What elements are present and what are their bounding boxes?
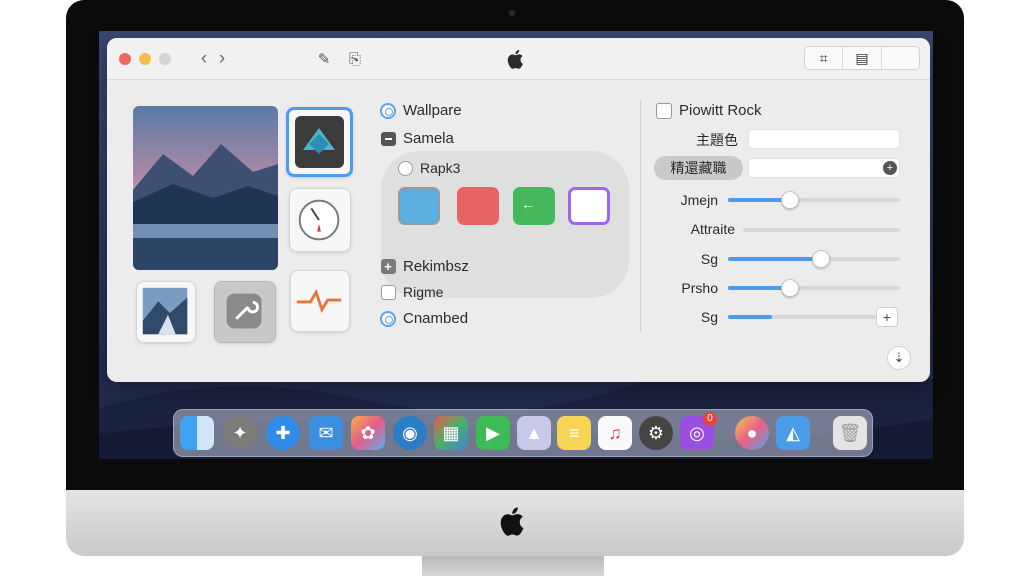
zoom-button[interactable] xyxy=(159,53,171,65)
segment-list[interactable]: ▤ xyxy=(843,47,882,69)
option-rapk[interactable]: Rapk3 xyxy=(397,160,460,176)
close-button[interactable] xyxy=(119,53,131,65)
thumb-pulse[interactable] xyxy=(290,270,350,332)
theme-color-label: 主題色 xyxy=(696,132,738,148)
finder-icon[interactable] xyxy=(180,416,214,450)
gauge-icon xyxy=(298,199,340,241)
option-rekimbsz[interactable]: + Rekimbsz xyxy=(380,258,469,275)
accessibility-icon[interactable]: ⇣ xyxy=(887,346,911,370)
option-samela-label: Samela xyxy=(403,130,454,147)
imac-stand xyxy=(422,556,604,576)
back-button[interactable]: ‹ xyxy=(195,49,213,69)
dropdown-label-pill: 精還藏職 xyxy=(654,156,743,180)
wrench-icon xyxy=(226,293,262,329)
arrow-left-icon: ← xyxy=(521,196,535,212)
slider-2-knob[interactable] xyxy=(811,250,830,268)
brush-icon[interactable]: ✎ xyxy=(314,50,334,70)
apple-logo-icon xyxy=(500,507,524,536)
slider-2-fill xyxy=(728,257,821,261)
thumb-tools[interactable] xyxy=(214,281,276,343)
segment-empty[interactable] xyxy=(882,47,919,69)
dropdown-field[interactable] xyxy=(748,158,900,178)
forward-button[interactable]: › xyxy=(213,49,231,69)
mountain-photo-icon xyxy=(142,287,188,335)
segment-grid[interactable]: ⌗ xyxy=(805,47,844,69)
add-button[interactable]: + xyxy=(876,307,898,327)
dropdown-plus-icon[interactable]: + xyxy=(883,161,897,175)
chrome-icon[interactable]: ● xyxy=(735,416,769,450)
swatch-white[interactable] xyxy=(568,187,610,225)
swatch-green[interactable]: ← xyxy=(513,187,555,225)
mail-icon[interactable]: ✉ xyxy=(309,416,343,450)
option-wallpaper-label: Wallpare xyxy=(403,102,462,119)
abstract-art-icon xyxy=(295,116,344,168)
apps-icon[interactable]: ▦ xyxy=(434,416,468,450)
slider-label-1: Attraite xyxy=(690,221,735,237)
checkbox-icon xyxy=(656,102,672,119)
theme-color-field[interactable] xyxy=(748,129,900,149)
xcode-icon[interactable]: ▲ xyxy=(517,416,551,450)
thumb-gauge[interactable] xyxy=(289,188,351,252)
notification-badge: 0 xyxy=(703,412,717,426)
slider-4-fill xyxy=(728,315,773,319)
slider-1[interactable] xyxy=(743,228,900,232)
slider-label-0: Jmejn xyxy=(680,192,718,208)
slider-3[interactable] xyxy=(728,279,900,297)
slider-3-knob[interactable] xyxy=(780,279,799,297)
thumb-mountain[interactable] xyxy=(136,281,196,343)
plus-box-icon: + xyxy=(380,259,396,275)
option-rigme[interactable]: Rigme xyxy=(380,284,443,300)
option-cnambed-label: Cnambed xyxy=(403,310,469,327)
music-icon[interactable]: ♫ xyxy=(598,416,632,450)
settings-icon[interactable]: ⚙ xyxy=(639,416,673,450)
radio-selected-icon xyxy=(380,102,396,119)
option-rekimbsz-label: Rekimbsz xyxy=(403,258,469,275)
slider-4[interactable] xyxy=(728,315,876,319)
swatch-blue[interactable] xyxy=(398,187,440,225)
safari-icon[interactable]: ✚ xyxy=(266,416,300,450)
launchpad-icon[interactable]: ✦ xyxy=(223,416,257,450)
settings-window: ‹ › ✎ ⎘ ⌗ ▤ Wallpare Samela Rapk3 ← + Re… xyxy=(107,38,930,382)
collapse-icon xyxy=(380,131,396,147)
slider-2[interactable] xyxy=(728,250,900,268)
slider-0[interactable] xyxy=(728,191,900,209)
option-rock[interactable]: Piowitt Rock xyxy=(656,102,762,119)
option-wallpaper[interactable]: Wallpare xyxy=(380,102,462,119)
clipboard-icon[interactable]: ⎘ xyxy=(345,50,365,70)
minimize-button[interactable] xyxy=(139,53,151,65)
option-samela[interactable]: Samela xyxy=(380,130,454,147)
option-rapk-label: Rapk3 xyxy=(420,160,461,176)
radio-selected-icon xyxy=(380,310,396,327)
preview-icon[interactable]: ◭ xyxy=(776,416,810,450)
option-rigme-label: Rigme xyxy=(403,284,444,300)
swatch-red[interactable] xyxy=(457,187,499,225)
titlebar: ‹ › ✎ ⎘ ⌗ ▤ xyxy=(107,38,930,80)
radio-empty-icon xyxy=(397,160,413,176)
facetime-icon[interactable]: ▶ xyxy=(476,416,510,450)
apple-logo-icon xyxy=(507,49,523,69)
slider-label-4: Sg xyxy=(700,309,718,325)
thumb-dark-abstract[interactable] xyxy=(286,107,353,177)
wallpaper-preview[interactable] xyxy=(133,106,278,270)
photos-icon[interactable]: ✿ xyxy=(351,416,385,450)
notes-icon[interactable]: ≡ xyxy=(557,416,591,450)
camera xyxy=(509,10,515,16)
option-rock-label: Piowitt Rock xyxy=(679,102,762,119)
view-segmented-control[interactable]: ⌗ ▤ xyxy=(804,46,920,70)
slider-0-knob[interactable] xyxy=(780,191,799,209)
globe-icon[interactable]: ◉ xyxy=(393,416,427,450)
checkbox-icon xyxy=(380,284,396,300)
trash-icon[interactable]: 🗑 xyxy=(833,416,867,450)
slider-label-2: Sg xyxy=(700,251,718,267)
pulse-icon xyxy=(296,288,342,314)
option-cnambed[interactable]: Cnambed xyxy=(380,310,468,327)
slider-label-3: Prsho xyxy=(681,280,718,296)
